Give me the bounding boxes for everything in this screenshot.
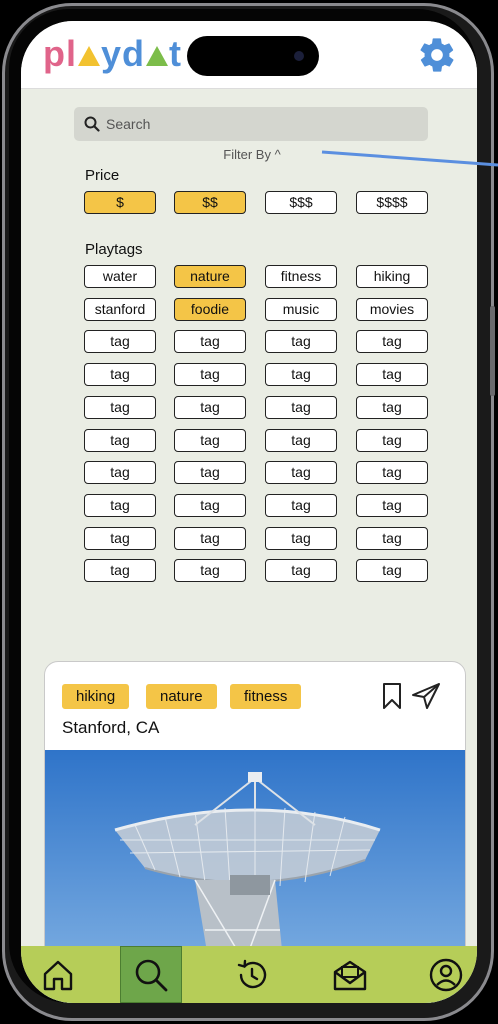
- playtag-button[interactable]: tag: [174, 330, 246, 354]
- playtag-button[interactable]: hiking: [356, 265, 428, 288]
- playtag-button[interactable]: tag: [84, 461, 156, 485]
- camera-dot: [294, 51, 304, 61]
- playtag-button[interactable]: tag: [265, 395, 337, 419]
- playtag-button[interactable]: tag: [84, 428, 156, 452]
- playtag-button[interactable]: tag: [84, 559, 156, 583]
- logo-letter-y: y: [101, 33, 123, 74]
- playdate-logo: pl yd t: [43, 33, 182, 75]
- logo-letter-d: d: [122, 33, 146, 74]
- playtags-label: Playtags: [85, 241, 143, 258]
- playtag-button[interactable]: water: [84, 265, 156, 288]
- logo-triangle-yellow: [78, 46, 101, 66]
- playtag-button[interactable]: tag: [84, 330, 156, 354]
- logo-letter-p: p: [43, 33, 66, 74]
- playtag-button[interactable]: tag: [174, 461, 246, 485]
- playtag-button[interactable]: tag: [265, 461, 337, 485]
- logo-letter-l: l: [66, 33, 78, 74]
- nav-profile[interactable]: [423, 946, 469, 1003]
- bookmark-icon[interactable]: [381, 682, 403, 710]
- playtag-button[interactable]: tag: [356, 428, 428, 452]
- filter-by-toggle[interactable]: Filter By ^: [207, 147, 297, 162]
- nav-inbox[interactable]: [327, 946, 373, 1003]
- playtag-button[interactable]: tag: [265, 526, 337, 550]
- bottom-nav: [21, 946, 477, 1003]
- search-input[interactable]: [106, 111, 406, 137]
- profile-icon: [429, 958, 463, 991]
- playtag-button[interactable]: tag: [356, 461, 428, 485]
- playtag-button[interactable]: stanford: [84, 297, 156, 321]
- playtag-button[interactable]: tag: [265, 493, 337, 517]
- card-tag-chip: hiking: [62, 684, 130, 709]
- playtag-button[interactable]: tag: [174, 363, 246, 387]
- playtag-button[interactable]: tag: [84, 363, 156, 387]
- card-tag-chip: fitness: [230, 684, 302, 709]
- playtag-button[interactable]: nature: [174, 265, 246, 288]
- playtag-button[interactable]: music: [265, 297, 337, 321]
- playtag-button[interactable]: tag: [265, 363, 337, 387]
- price-option-button[interactable]: $$: [174, 191, 246, 214]
- price-option-button[interactable]: $$$$: [356, 191, 428, 214]
- nav-search[interactable]: [120, 946, 182, 1003]
- card-tag-chip: nature: [146, 684, 217, 709]
- playtag-button[interactable]: tag: [265, 330, 337, 354]
- playtag-button[interactable]: tag: [265, 559, 337, 583]
- playtag-button[interactable]: tag: [84, 526, 156, 550]
- search-bar[interactable]: [74, 107, 428, 141]
- home-icon: [43, 960, 73, 990]
- playtag-button[interactable]: tag: [265, 428, 337, 452]
- playtag-button[interactable]: tag: [356, 493, 428, 517]
- playtag-button[interactable]: tag: [84, 395, 156, 419]
- logo-letter-t: t: [169, 33, 183, 74]
- playtag-button[interactable]: tag: [356, 363, 428, 387]
- nav-home[interactable]: [35, 946, 81, 1003]
- playtag-button[interactable]: tag: [174, 526, 246, 550]
- history-icon: [237, 959, 267, 988]
- nav-history[interactable]: [229, 946, 275, 1003]
- price-option-button[interactable]: $$$: [265, 191, 337, 214]
- playtag-button[interactable]: tag: [356, 395, 428, 419]
- search-icon: [135, 959, 168, 991]
- send-icon[interactable]: [411, 682, 441, 710]
- price-option-button[interactable]: $: [84, 191, 156, 214]
- app-header: pl yd t: [21, 21, 477, 89]
- dynamic-island: [187, 36, 319, 76]
- side-button: [490, 306, 495, 396]
- playtag-button[interactable]: tag: [174, 559, 246, 583]
- logo-triangle-green: [146, 46, 169, 66]
- playtag-button[interactable]: tag: [84, 493, 156, 517]
- playtag-button[interactable]: tag: [356, 559, 428, 583]
- playtag-button[interactable]: movies: [356, 297, 428, 321]
- price-label: Price: [85, 167, 120, 184]
- playtag-button[interactable]: tag: [356, 526, 428, 550]
- inbox-icon: [333, 960, 367, 990]
- playtag-button[interactable]: tag: [174, 493, 246, 517]
- card-location: Stanford, CA: [62, 718, 160, 737]
- gear-icon[interactable]: [417, 35, 457, 75]
- playtag-button[interactable]: foodie: [174, 297, 246, 321]
- playtag-button[interactable]: tag: [174, 428, 246, 452]
- playtag-button[interactable]: tag: [174, 395, 246, 419]
- playtag-button[interactable]: fitness: [265, 265, 337, 288]
- playtag-button[interactable]: tag: [356, 330, 428, 354]
- search-icon: [84, 116, 100, 132]
- annotation-arrow: [321, 150, 498, 167]
